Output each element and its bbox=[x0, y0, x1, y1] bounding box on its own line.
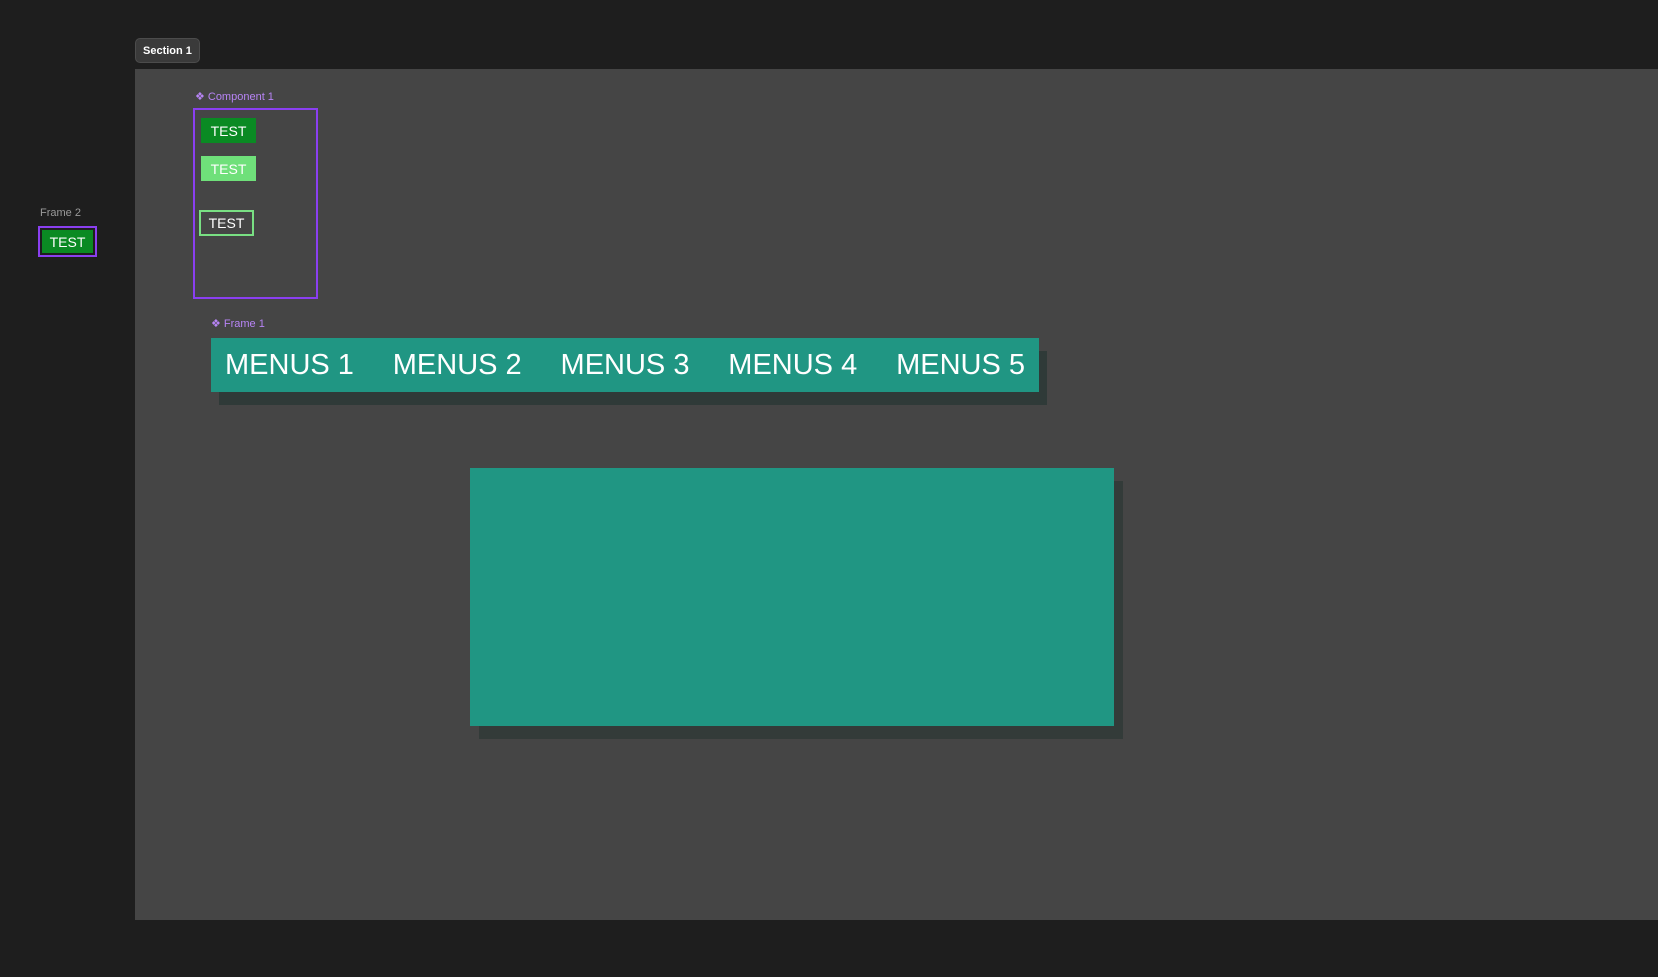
frame1-label[interactable]: ❖ Frame 1 bbox=[211, 317, 265, 330]
frame2-selection-outline[interactable]: TEST bbox=[38, 226, 97, 257]
menu-item-5[interactable]: MENUS 5 bbox=[896, 349, 1025, 382]
menu-item-3[interactable]: MENUS 3 bbox=[561, 349, 690, 382]
design-canvas[interactable]: Section 1 Frame 2 TEST ❖ Component 1 TEST… bbox=[0, 0, 1658, 977]
teal-panel[interactable] bbox=[470, 468, 1114, 726]
test-button-filled[interactable]: TEST bbox=[201, 118, 256, 143]
frame1-label-text: Frame 1 bbox=[223, 318, 265, 330]
component-icon: ❖ bbox=[211, 318, 221, 330]
test-button-outline[interactable]: TEST bbox=[199, 210, 254, 236]
menu-item-1[interactable]: MENUS 1 bbox=[225, 349, 354, 382]
frame2-test-button[interactable]: TEST bbox=[42, 230, 93, 253]
component1-label[interactable]: ❖ Component 1 bbox=[195, 90, 274, 103]
test-button-light[interactable]: TEST bbox=[201, 156, 256, 181]
menu-bar[interactable]: MENUS 1 MENUS 2 MENUS 3 MENUS 4 MENUS 5 bbox=[211, 338, 1039, 392]
menu-item-4[interactable]: MENUS 4 bbox=[728, 349, 857, 382]
section-tab[interactable]: Section 1 bbox=[135, 38, 200, 63]
frame2-label[interactable]: Frame 2 bbox=[40, 207, 81, 219]
menu-item-2[interactable]: MENUS 2 bbox=[393, 349, 522, 382]
component1-label-text: Component 1 bbox=[207, 91, 274, 103]
component-icon: ❖ bbox=[195, 91, 205, 103]
